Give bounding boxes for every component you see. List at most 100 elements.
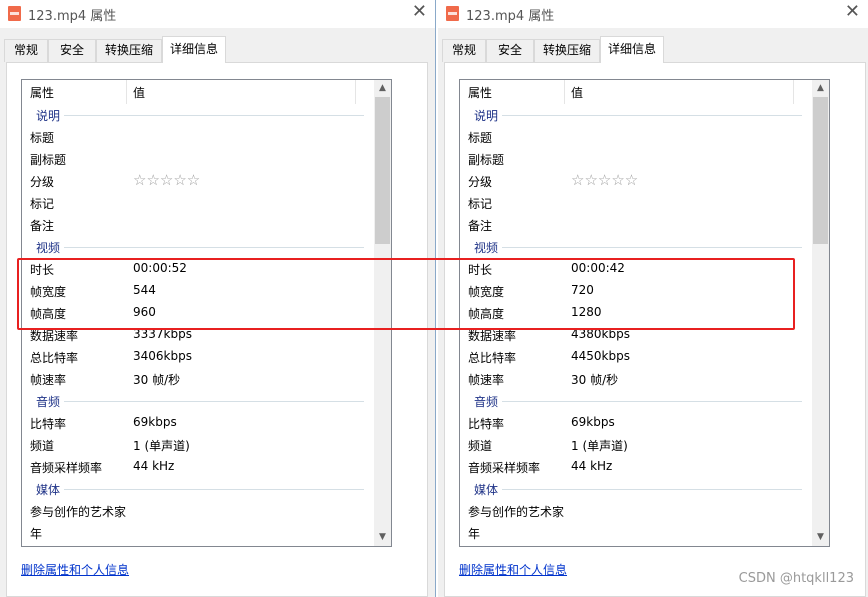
column-header-property[interactable]: 属性 <box>30 84 54 101</box>
group-video: 视频 <box>22 236 374 258</box>
property-row[interactable]: 标题 <box>460 126 812 148</box>
right-properties-dialog: 123.mp4 属性 ✕ 常规 安全 转换压缩 详细信息 属性 值说明 标题 副标题 分级 ☆☆☆☆☆… <box>438 0 868 597</box>
property-row[interactable]: 音频采样频率 44 kHz <box>460 456 812 478</box>
property-value: 00:00:52 <box>133 261 187 275</box>
group-media: 媒体 <box>22 478 374 500</box>
property-name: 副标题 <box>30 153 67 167</box>
details-panel: 属性值说明 标题 副标题 分级 ☆☆☆☆☆ 标记 备注 视频 时长 00:00:52 帧宽度 544 帧… <box>6 62 428 597</box>
group-title: 视频 <box>36 239 65 256</box>
property-value: 960 <box>133 305 156 319</box>
property-value: 30 帧/秒 <box>133 373 181 387</box>
property-row[interactable]: 分级 ☆☆☆☆☆ <box>22 170 374 192</box>
column-header: 属性 值 <box>460 80 812 104</box>
vertical-scrollbar[interactable]: ▲ ▼ <box>812 80 829 546</box>
column-separator[interactable] <box>564 80 565 104</box>
scroll-up-icon[interactable]: ▲ <box>374 80 391 97</box>
property-row[interactable]: 标题 <box>22 126 374 148</box>
rating-stars-icon[interactable]: ☆☆☆☆☆ <box>133 171 200 189</box>
property-row[interactable]: 比特率 69kbps <box>460 412 812 434</box>
remove-properties-link[interactable]: 删除属性和个人信息 <box>21 561 129 578</box>
tab-3[interactable]: 详细信息 <box>600 36 664 63</box>
tab-3[interactable]: 详细信息 <box>162 36 226 63</box>
group-divider <box>474 247 802 248</box>
property-row[interactable]: 副标题 <box>460 148 812 170</box>
property-row[interactable]: 帧宽度 720 <box>460 280 812 302</box>
property-row[interactable]: 帧速率 30 帧/秒 <box>460 368 812 390</box>
vertical-scrollbar[interactable]: ▲ ▼ <box>374 80 391 546</box>
property-row[interactable]: 总比特率 4450kbps <box>460 346 812 368</box>
group-title: 说明 <box>474 107 503 124</box>
property-row[interactable]: 总比特率 3406kbps <box>22 346 374 368</box>
property-row[interactable]: 帧高度 960 <box>22 302 374 324</box>
group-description: 说明 <box>460 104 812 126</box>
property-value: 30 帧/秒 <box>571 373 619 387</box>
property-name: 副标题 <box>468 153 505 167</box>
column-header-value[interactable]: 值 <box>571 84 583 101</box>
property-name: 年 <box>468 527 481 541</box>
property-row[interactable]: 分级 ☆☆☆☆☆ <box>460 170 812 192</box>
property-row[interactable]: 频道 1 (单声道) <box>460 434 812 456</box>
tab-1[interactable]: 安全 <box>48 39 96 62</box>
close-icon[interactable]: ✕ <box>412 2 427 22</box>
property-row[interactable]: 数据速率 4380kbps <box>460 324 812 346</box>
property-row[interactable]: 数据速率 3337kbps <box>22 324 374 346</box>
properties-list[interactable]: 属性值说明 标题 副标题 分级 ☆☆☆☆☆ 标记 备注 视频 时长 00:00:42 帧宽度 720 帧… <box>459 79 830 547</box>
column-separator[interactable] <box>126 80 127 104</box>
property-value: 69kbps <box>133 415 177 429</box>
property-row[interactable]: 年 <box>460 522 812 544</box>
window-title: 123.mp4 属性 <box>28 9 117 24</box>
property-row[interactable]: 备注 <box>460 214 812 236</box>
tab-2[interactable]: 转换压缩 <box>96 39 162 62</box>
group-divider <box>474 115 802 116</box>
tab-0[interactable]: 常规 <box>4 39 48 62</box>
column-separator[interactable] <box>793 80 794 104</box>
property-row[interactable]: 年 <box>22 522 374 544</box>
scroll-down-icon[interactable]: ▼ <box>812 529 829 546</box>
group-title: 音频 <box>36 393 65 410</box>
title-bar: 123.mp4 属性 ✕ <box>0 0 435 28</box>
property-row[interactable]: 帧宽度 544 <box>22 280 374 302</box>
property-name: 参与创作的艺术家 <box>30 505 127 519</box>
properties-list[interactable]: 属性值说明 标题 副标题 分级 ☆☆☆☆☆ 标记 备注 视频 时长 00:00:52 帧宽度 544 帧… <box>21 79 392 547</box>
tab-0[interactable]: 常规 <box>442 39 486 62</box>
property-value: 00:00:42 <box>571 261 625 275</box>
property-row[interactable]: 音频采样频率 44 kHz <box>22 456 374 478</box>
property-row[interactable]: 时长 00:00:42 <box>460 258 812 280</box>
group-divider <box>474 489 802 490</box>
group-divider <box>36 489 364 490</box>
column-header-value[interactable]: 值 <box>133 84 145 101</box>
property-row[interactable]: 频道 1 (单声道) <box>22 434 374 456</box>
tab-2[interactable]: 转换压缩 <box>534 39 600 62</box>
remove-properties-link[interactable]: 删除属性和个人信息 <box>459 561 567 578</box>
property-row[interactable]: 副标题 <box>22 148 374 170</box>
column-separator[interactable] <box>355 80 356 104</box>
group-video: 视频 <box>460 236 812 258</box>
column-header-property[interactable]: 属性 <box>468 84 492 101</box>
scrollbar-thumb[interactable] <box>375 97 390 244</box>
property-row[interactable]: 备注 <box>22 214 374 236</box>
property-row[interactable]: 帧高度 1280 <box>460 302 812 324</box>
property-name: 分级 <box>30 175 55 189</box>
property-name: 总比特率 <box>468 351 517 365</box>
property-row[interactable]: 时长 00:00:52 <box>22 258 374 280</box>
property-row[interactable]: 比特率 69kbps <box>22 412 374 434</box>
property-value: 1 (单声道) <box>133 439 190 453</box>
property-row[interactable]: 标记 <box>22 192 374 214</box>
property-value: 44 kHz <box>133 459 175 473</box>
video-file-icon <box>446 6 459 21</box>
csdn-watermark: CSDN @htqkll123 <box>738 571 854 586</box>
property-row[interactable]: 帧速率 30 帧/秒 <box>22 368 374 390</box>
property-value: 3406kbps <box>133 349 192 363</box>
property-row[interactable]: 参与创作的艺术家 <box>460 500 812 522</box>
property-row[interactable]: 参与创作的艺术家 <box>22 500 374 522</box>
tab-1[interactable]: 安全 <box>486 39 534 62</box>
scroll-down-icon[interactable]: ▼ <box>374 529 391 546</box>
scroll-up-icon[interactable]: ▲ <box>812 80 829 97</box>
property-name: 音频采样频率 <box>30 461 103 475</box>
close-icon[interactable]: ✕ <box>845 2 860 22</box>
rating-stars-icon[interactable]: ☆☆☆☆☆ <box>571 171 638 189</box>
left-properties-dialog: 123.mp4 属性 ✕ 常规 安全 转换压缩 详细信息 属性 值说明 标题 副标题 分级 ☆☆☆☆☆… <box>0 0 435 597</box>
property-row[interactable]: 标记 <box>460 192 812 214</box>
scrollbar-thumb[interactable] <box>813 97 828 244</box>
group-divider <box>36 115 364 116</box>
